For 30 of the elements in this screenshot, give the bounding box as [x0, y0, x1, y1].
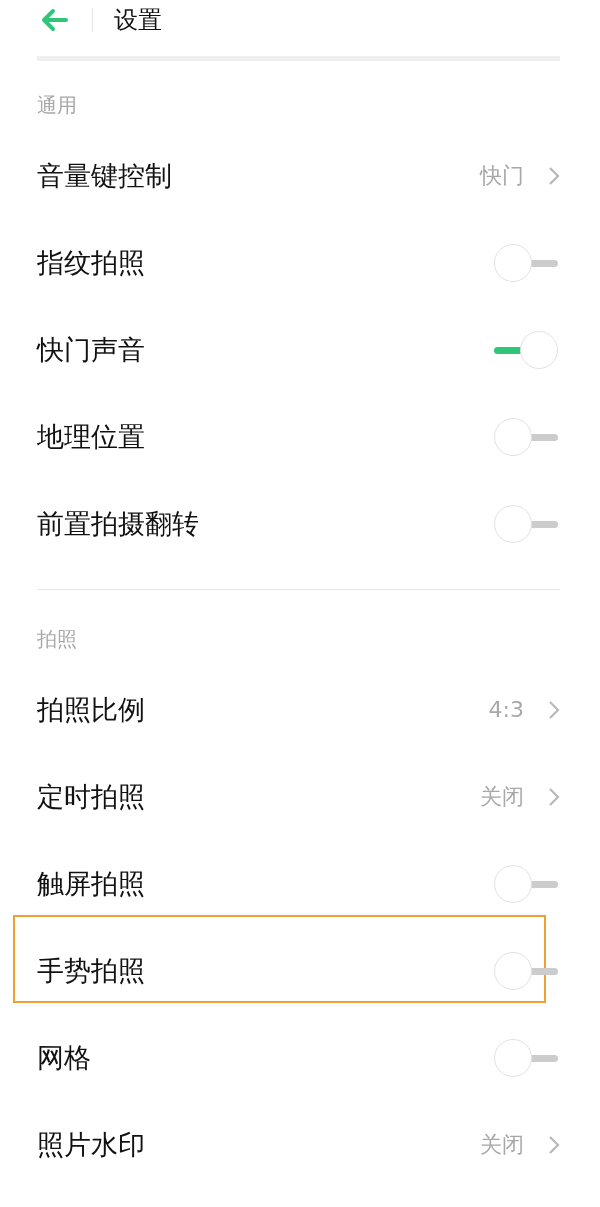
chevron-icon[interactable] — [548, 165, 560, 186]
setting-label: 触屏拍照 — [37, 866, 146, 901]
setting-label: 手势拍照 — [37, 953, 146, 988]
page-title: 设置 — [114, 5, 162, 36]
setting-label: 照片水印 — [37, 1127, 146, 1162]
toggle-switch[interactable] — [494, 951, 558, 990]
setting-label: 音量键控制 — [37, 158, 173, 193]
chevron-icon[interactable] — [548, 1134, 560, 1155]
back-icon[interactable] — [40, 8, 70, 32]
section-title: 通用 — [37, 93, 77, 117]
chevron-icon[interactable] — [548, 786, 560, 807]
setting-label: 拍照比例 — [37, 692, 146, 727]
toggle-switch[interactable] — [494, 864, 558, 903]
toggle-switch[interactable] — [494, 504, 558, 543]
chevron-icon[interactable] — [548, 699, 560, 720]
setting-value[interactable]: 4:3 — [488, 697, 524, 722]
setting-value[interactable]: 关闭 — [480, 1129, 524, 1160]
toggle-switch[interactable] — [494, 330, 558, 369]
setting-label: 网格 — [37, 1040, 92, 1075]
setting-label: 指纹拍照 — [37, 245, 146, 280]
setting-label: 快门声音 — [37, 332, 146, 367]
setting-label: 地理位置 — [37, 419, 146, 454]
section-title: 拍照 — [37, 627, 77, 651]
toggle-switch[interactable] — [494, 243, 558, 282]
setting-label: 前置拍摄翻转 — [37, 506, 200, 541]
setting-value[interactable]: 关闭 — [480, 781, 524, 812]
setting-value[interactable]: 快门 — [480, 160, 524, 191]
toggle-switch[interactable] — [494, 417, 558, 456]
toggle-switch[interactable] — [494, 1038, 558, 1077]
setting-label: 定时拍照 — [37, 779, 146, 814]
